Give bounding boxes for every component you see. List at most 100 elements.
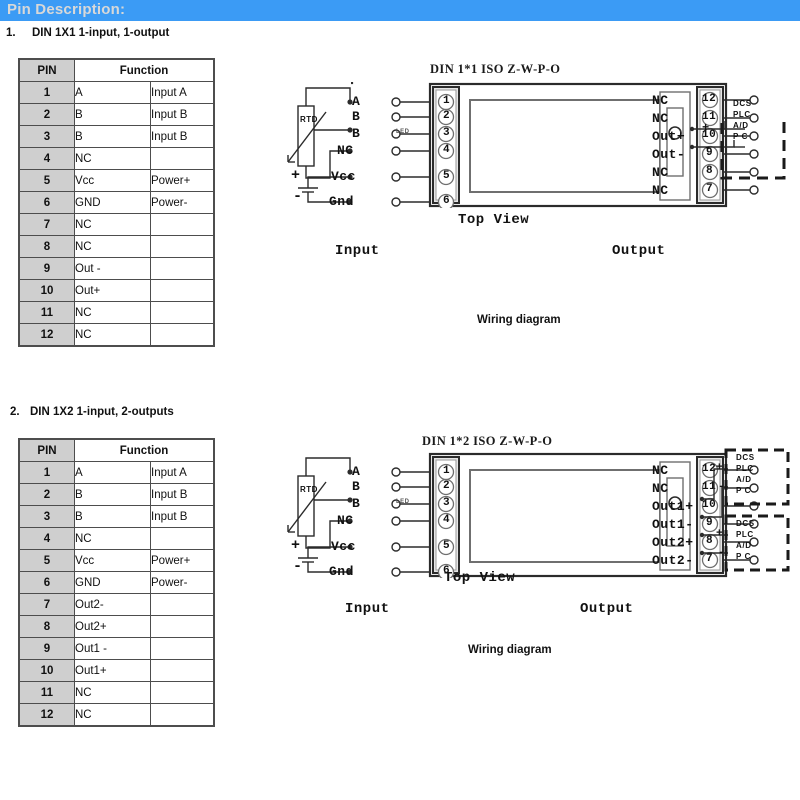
load-line-dcs: DCS — [736, 519, 755, 528]
section-2-title: DIN 1X2 1-input, 2-outputs — [30, 406, 174, 418]
table-row: 3 B Input B — [18, 125, 215, 148]
cell-function-1: B — [74, 125, 151, 148]
cell-function-2: Power+ — [150, 549, 215, 572]
load-plus-1-2: + — [716, 462, 724, 474]
load-line-pc: P C — [736, 486, 751, 495]
cell-pin: 2 — [18, 483, 75, 506]
wiring-diagram-caption-2: Wiring diagram — [468, 644, 552, 656]
cell-function-2: Input A — [150, 461, 215, 484]
cell-pin: 11 — [18, 301, 75, 324]
device-inner-panel — [469, 469, 661, 563]
section-1-title: DIN 1X1 1-input, 1-output — [32, 27, 170, 39]
cell-function-2 — [150, 703, 215, 727]
pin-number-5-2: 5 — [443, 540, 451, 552]
cell-function-1: Out2- — [74, 593, 151, 616]
table-row: 6 GND Power- — [18, 571, 215, 594]
cell-function-1: B — [74, 103, 151, 126]
load-line-pc: P C — [733, 132, 748, 141]
load-line-dcs: DCS — [733, 99, 752, 108]
cell-function-1: Out - — [74, 257, 151, 280]
out-label-nc7-1: NC — [652, 183, 669, 198]
cell-pin: 9 — [18, 257, 75, 280]
out-label-nc8-1: NC — [652, 165, 669, 180]
cell-pin: 12 — [18, 323, 75, 347]
cell-pin: 9 — [18, 637, 75, 660]
table-header-row: PIN Function — [18, 58, 215, 82]
cell-function-2: Input B — [150, 125, 215, 148]
cell-pin: 5 — [18, 549, 75, 572]
cell-function-2: Input B — [150, 103, 215, 126]
header-function: Function — [74, 58, 215, 82]
output1-wires — [702, 468, 728, 518]
cell-function-1: NC — [74, 681, 151, 704]
cell-function-1: B — [74, 505, 151, 528]
cell-pin: 12 — [18, 703, 75, 727]
left-terminal-rings — [391, 97, 401, 207]
cell-function-2: Power+ — [150, 169, 215, 192]
cell-function-1: A — [74, 461, 151, 484]
cell-pin: 10 — [18, 279, 75, 302]
terminal-label-b2-1: B — [352, 126, 361, 141]
cell-function-1: Out2+ — [74, 615, 151, 638]
load-plus-1-1: + — [702, 121, 710, 135]
junction-dot — [699, 496, 705, 502]
table-row: 6 GND Power- — [18, 191, 215, 214]
left-terminal-leads — [400, 471, 432, 573]
load-line-ad: A/D — [736, 475, 752, 484]
cell-pin: 2 — [18, 103, 75, 126]
cell-function-2 — [150, 147, 215, 170]
cell-function-2: Input A — [150, 81, 215, 104]
load-box-text-1-1: DCS PLC A/D P C — [733, 98, 779, 142]
diagram-2-title: DIN 1*2 ISO Z-W-P-O — [422, 434, 553, 448]
pin-number-4-2: 4 — [443, 514, 451, 526]
cell-function-1: A — [74, 81, 151, 104]
table-row: 9 Out - — [18, 257, 215, 280]
load-minus-1-2: - — [718, 481, 726, 493]
cell-function-1: NC — [74, 703, 151, 727]
table-row: 7 NC — [18, 213, 215, 236]
power-plus-label-1: + — [291, 167, 301, 184]
table-row: 4 NC — [18, 147, 215, 170]
cell-pin: 10 — [18, 659, 75, 682]
terminal-label-vcc-2: Vcc — [331, 539, 356, 554]
table-row: 10 Out+ — [18, 279, 215, 302]
junction-dot — [699, 532, 705, 538]
cell-function-2: Power- — [150, 191, 215, 214]
output-wires — [692, 121, 735, 148]
pin-number-2-1: 2 — [443, 110, 451, 122]
load-line-dcs: DCS — [736, 453, 755, 462]
terminal-label-b1-1: B — [352, 109, 361, 124]
device-inner-panel — [469, 99, 661, 193]
out-label-nc12-2: NC — [652, 463, 669, 478]
junction-dot — [690, 126, 695, 132]
load-line-ad: A/D — [733, 121, 749, 130]
section-1-number: 1. — [6, 27, 16, 39]
load-line-pc: P C — [736, 552, 751, 561]
cell-pin: 8 — [18, 615, 75, 638]
cell-function-2: Power- — [150, 571, 215, 594]
table-row: 9 Out1 - — [18, 637, 215, 660]
cell-pin: 6 — [18, 571, 75, 594]
led-label-2: LED — [396, 499, 410, 505]
cell-pin: 4 — [18, 527, 75, 550]
table-row: 11 NC — [18, 681, 215, 704]
table-row: 1 A Input A — [18, 461, 215, 484]
terminal-label-a-1: A — [352, 94, 361, 109]
left-terminal-rings — [391, 467, 401, 577]
load-line-plc: PLC — [736, 464, 754, 473]
terminal-label-vcc-1: Vcc — [331, 169, 356, 184]
out-label-nc11-1: NC — [652, 111, 669, 126]
table-header-row: PIN Function — [18, 438, 215, 462]
wiring-diagram-caption-1: Wiring diagram — [477, 314, 561, 326]
power-minus-label-2: - — [293, 558, 303, 575]
terminal-label-gnd-2: Gnd — [329, 564, 354, 579]
cell-function-1: NC — [74, 323, 151, 347]
cell-function-2 — [150, 213, 215, 236]
out-label-nc11-2: NC — [652, 481, 669, 496]
load-box-text-1-2: DCS PLC A/D P C — [736, 452, 782, 496]
pin-number-4-1: 4 — [443, 144, 451, 156]
table-row: 11 NC — [18, 301, 215, 324]
cell-pin: 7 — [18, 213, 75, 236]
load-plus-2-2: + — [716, 528, 724, 540]
cell-function-1: NC — [74, 147, 151, 170]
